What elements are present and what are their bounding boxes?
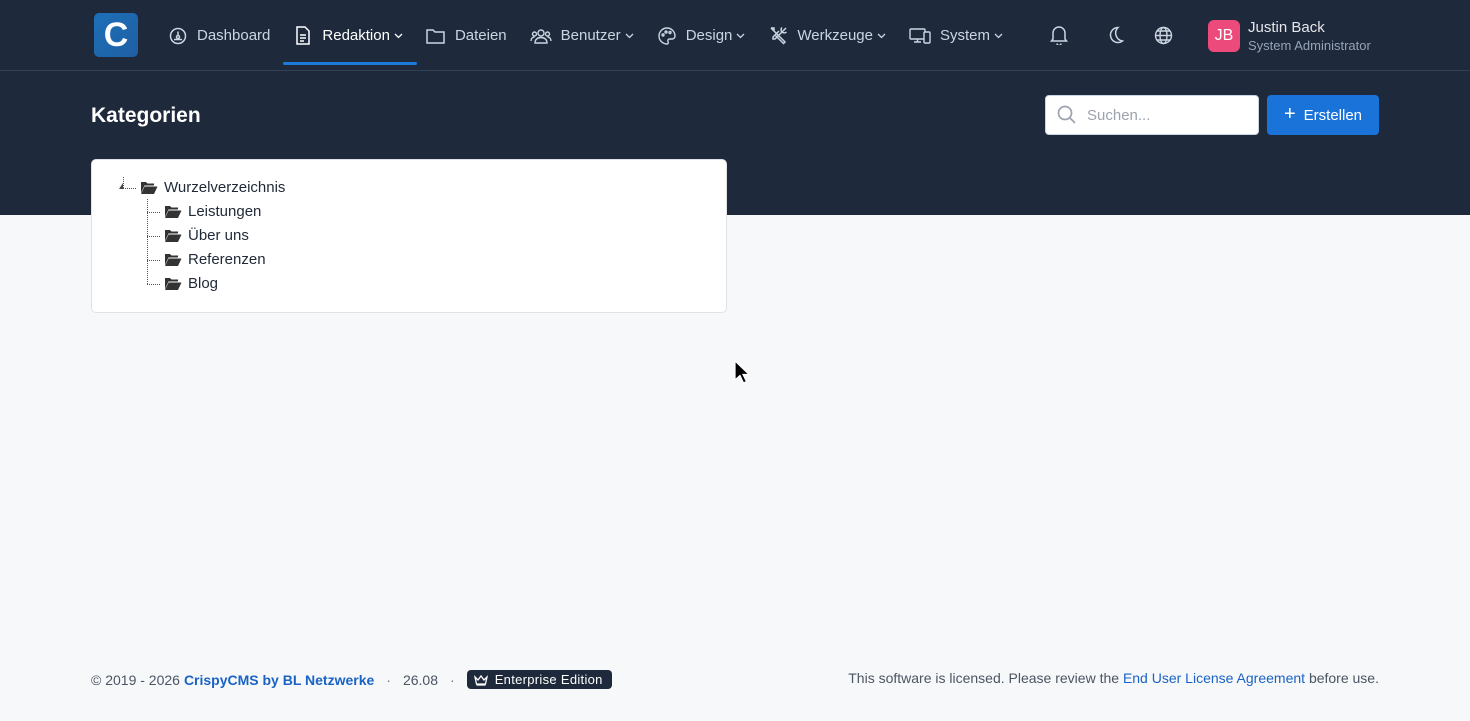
nav-item-label: Dateien [454, 27, 507, 44]
nav-item-label: Dashboard [197, 27, 271, 44]
license-prefix: This software is licensed. Please review… [848, 670, 1120, 686]
folder-open-icon [164, 253, 182, 267]
tree-line [147, 284, 160, 285]
chevron-down-icon [394, 31, 403, 40]
nav-item-label: Design [685, 27, 733, 44]
tree-line [147, 236, 160, 237]
footer-license: This software is licensed. Please review… [848, 670, 1379, 686]
nav-item-redaktion[interactable]: Redaktion [283, 0, 417, 71]
tree-node-label: Leistungen [188, 203, 262, 220]
crown-icon [473, 674, 488, 686]
edition-badge: Enterprise Edition [466, 670, 612, 689]
nav-item-werkzeuge[interactable]: Werkzeuge [768, 0, 898, 71]
folder-open-icon [140, 181, 158, 195]
footer-version: 26.08 [402, 671, 439, 688]
tree-node-root[interactable]: Wurzelverzeichnis [140, 179, 285, 196]
plus-icon: + [1283, 103, 1296, 125]
tree-line [123, 188, 136, 189]
tree-node[interactable]: Leistungen [164, 203, 261, 220]
nav-item-label: System [939, 27, 990, 44]
user-name[interactable]: Justin Back [1248, 19, 1325, 36]
tree-node[interactable]: Über uns [164, 227, 249, 244]
chevron-down-icon [994, 31, 1003, 40]
folder-open-icon [164, 229, 182, 243]
search-box[interactable] [1045, 95, 1259, 135]
main-nav: Dashboard Redaktion Dateien Benutzer Des… [168, 0, 1015, 71]
tools-icon [768, 26, 788, 46]
page-title: Kategorien [91, 104, 201, 127]
footer-separator: · [386, 671, 391, 688]
collapse-toggle-icon[interactable] [119, 183, 123, 189]
globe-icon[interactable] [1152, 24, 1174, 46]
tree-node-label: Blog [188, 275, 219, 292]
palette-icon [657, 26, 677, 46]
tree-node-label: Wurzelverzeichnis [164, 179, 286, 196]
app-logo[interactable]: C [94, 13, 138, 57]
create-button[interactable]: + Erstellen [1267, 95, 1379, 135]
nav-item-label: Redaktion [322, 27, 390, 44]
tree-node[interactable]: Blog [164, 275, 218, 292]
avatar[interactable]: JB [1208, 20, 1240, 52]
search-icon [1057, 105, 1077, 125]
chevron-down-icon [625, 31, 634, 40]
nav-item-label: Werkzeuge [797, 27, 873, 44]
nav-item-system[interactable]: System [909, 0, 1015, 71]
folder-icon [426, 26, 446, 46]
dashboard-gauge-icon [168, 26, 188, 46]
tree-line [123, 177, 124, 188]
tree-line [147, 212, 160, 213]
search-input[interactable] [1087, 106, 1237, 124]
edition-label: Enterprise Edition [494, 672, 603, 687]
nav-item-benutzer[interactable]: Benutzer [529, 0, 646, 71]
top-navbar: C Dashboard Redaktion Dateien Benutzer D… [0, 0, 1470, 71]
nav-item-label: Benutzer [560, 27, 621, 44]
folder-open-icon [164, 205, 182, 219]
nav-item-dateien[interactable]: Dateien [426, 0, 519, 71]
eula-link[interactable]: End User License Agreement [1123, 670, 1305, 686]
footer-copyright: © 2019 - 2026 [91, 671, 180, 688]
folder-open-icon [164, 277, 182, 291]
moon-icon[interactable] [1104, 24, 1126, 46]
chevron-down-icon [736, 31, 745, 40]
create-button-label: Erstellen [1303, 106, 1363, 124]
license-suffix: before use. [1308, 670, 1379, 686]
chevron-down-icon [877, 31, 886, 40]
document-icon [293, 26, 313, 46]
users-icon [529, 26, 552, 46]
user-role: System Administrator [1248, 38, 1371, 53]
nav-item-design[interactable]: Design [657, 0, 758, 71]
footer-left: © 2019 - 2026 CrispyCMS by BL Netzwerke … [91, 670, 612, 689]
tree-node[interactable]: Referenzen [164, 251, 266, 268]
mouse-pointer-icon [734, 359, 751, 384]
nav-item-dashboard[interactable]: Dashboard [168, 0, 282, 71]
devices-icon [909, 26, 931, 46]
tree-line [147, 260, 160, 261]
tree-node-label: Über uns [188, 227, 249, 244]
footer-separator: · [450, 671, 455, 688]
bell-icon[interactable] [1048, 24, 1070, 46]
tree-node-label: Referenzen [188, 251, 266, 268]
company-link[interactable]: CrispyCMS by BL Netzwerke [184, 672, 374, 688]
